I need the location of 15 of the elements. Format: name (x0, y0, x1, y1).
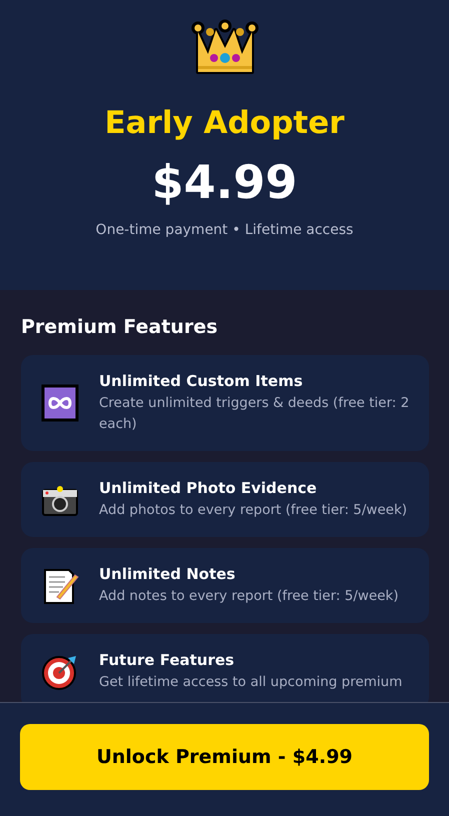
plan-title: Early Adopter (104, 104, 344, 142)
feature-title: Unlimited Custom Items (99, 371, 304, 391)
price: $4.99 (152, 154, 298, 210)
feature-description: Add photos to every report (free tier: 5/week) (99, 501, 408, 520)
feature-title: Unlimited Photo Evidence (99, 478, 318, 498)
feature-description: Add notes to every report (free tier: 5/week) (99, 587, 399, 606)
feature-title: Unlimited Notes (99, 564, 236, 584)
feature-description: Create unlimited triggers & deeds (free tier: 2 each) (99, 394, 410, 434)
infinity-icon (41, 384, 79, 422)
unlock-button[interactable]: Unlock Premium - $4.99 (20, 724, 429, 790)
feature-description: Get lifetime access to all upcoming premium (99, 673, 402, 692)
feature-title: Future Features (99, 650, 236, 670)
section-title: Premium Features (21, 315, 219, 340)
payment-note: One-time payment • Lifetime access (96, 221, 354, 240)
notepad-icon (41, 566, 79, 604)
